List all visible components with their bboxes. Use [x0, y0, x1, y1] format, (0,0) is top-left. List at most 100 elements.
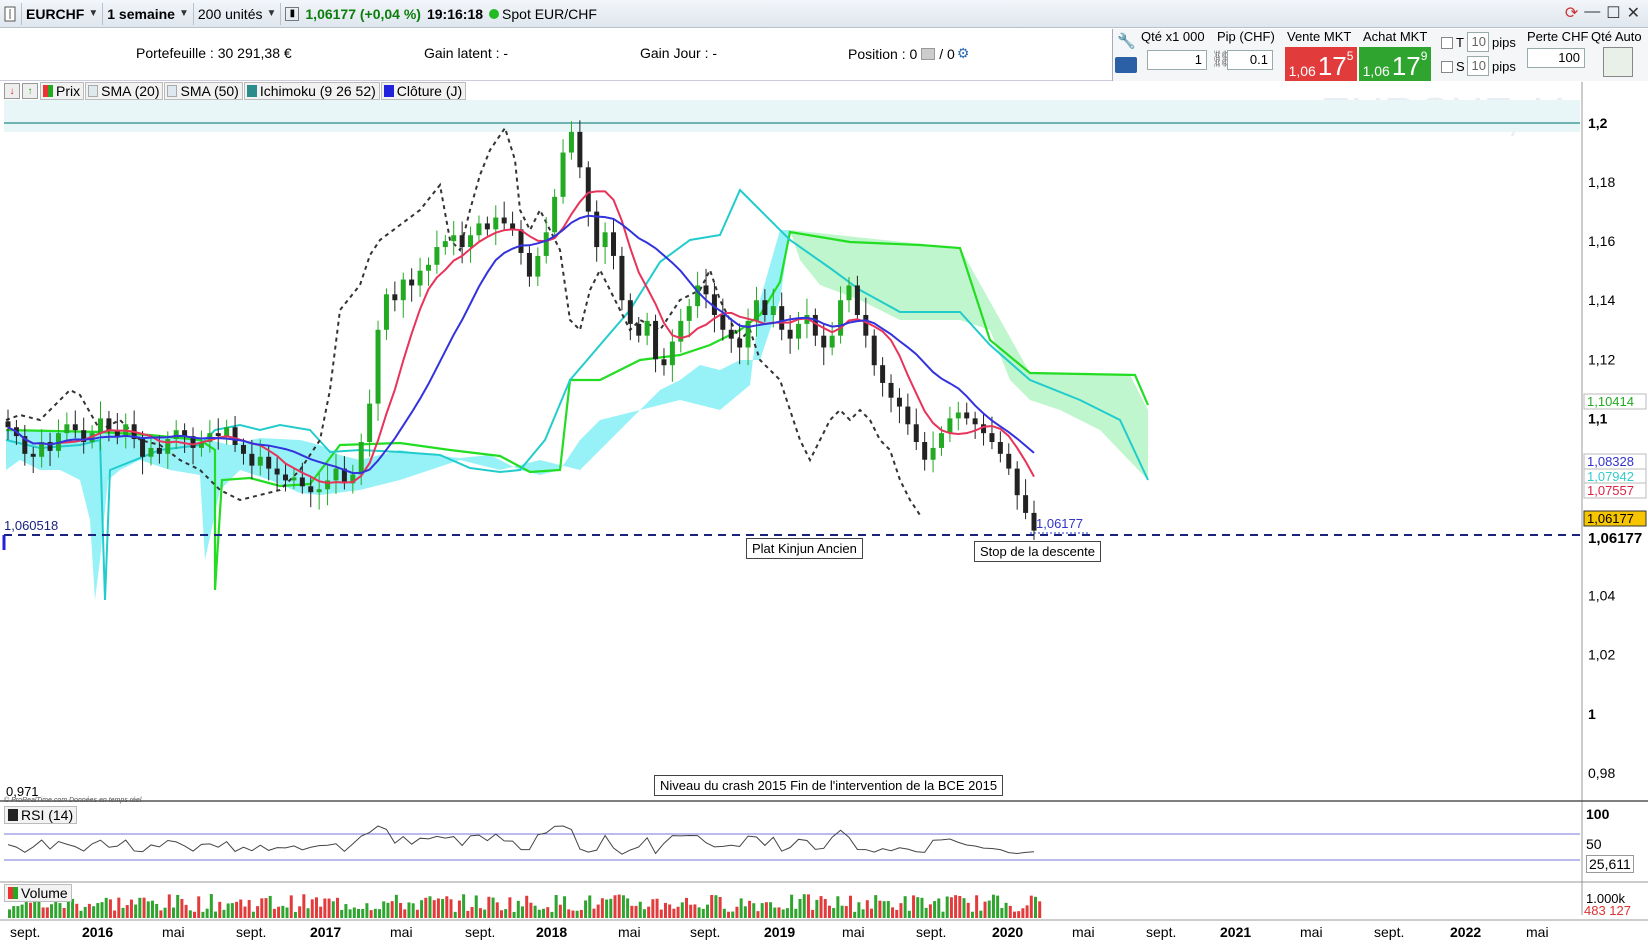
annotation-crash-2015[interactable]: Niveau du crash 2015 Fin de l'interventi… [654, 775, 1004, 796]
volume-bar [811, 909, 815, 918]
volume-bar [289, 895, 293, 918]
x-tick-label: mai [162, 924, 185, 940]
right-badge-bg [1583, 482, 1647, 499]
volume-bar [352, 907, 356, 918]
volume-bar [58, 903, 62, 918]
watermark: EURCHF, H [1320, 88, 1565, 140]
title-bar: EURCHF ▼ 1 semaine ▼ 200 unités ▼ ▮ 1,06177… [0, 0, 1648, 28]
x-axis: sept. 2016 mai sept. 2017 mai sept. 2018 mai sept… [10, 924, 1549, 940]
app-icon[interactable] [0, 2, 22, 25]
candle-body [812, 314, 818, 336]
right-badge-label: 1,07557 [1587, 483, 1634, 498]
s-checkbox[interactable] [1441, 61, 1453, 73]
volume-bar [29, 902, 33, 918]
refresh-icon[interactable]: ⟳ [1565, 3, 1578, 23]
period-selector[interactable]: 1 semaine ▼ [103, 2, 194, 25]
wrench-icon[interactable]: 🔧 [1117, 32, 1136, 50]
symbol-selector[interactable]: EURCHF ▼ [22, 2, 104, 25]
volume-bar [281, 905, 285, 918]
volume-bar [62, 907, 66, 918]
candle-body [173, 430, 179, 440]
volume-bar [340, 909, 344, 918]
volume-bar [588, 895, 592, 918]
arrow-up-icon[interactable]: ↑ [22, 83, 38, 99]
volume-bar [256, 906, 260, 918]
close-position-icon[interactable] [921, 47, 936, 60]
volume-label: Volume [21, 885, 68, 901]
buy-market-button[interactable]: 1,06 17 9 [1359, 47, 1431, 81]
qty-input[interactable]: 1 [1147, 50, 1207, 70]
candle-body [779, 306, 785, 330]
t-pips-input[interactable]: 10 [1467, 32, 1489, 52]
candle-body [821, 335, 827, 348]
volume-bar [617, 894, 621, 918]
volume-bar [348, 909, 352, 918]
volume-bar [373, 908, 377, 918]
candle-body [131, 424, 137, 440]
annotation-stop-descente[interactable]: Stop de la descente [974, 541, 1101, 562]
volume-bar [987, 900, 991, 918]
volume-bar [794, 908, 798, 918]
volume-bar [75, 903, 79, 918]
x-tick-label: 2018 [536, 924, 567, 940]
loss-input[interactable]: 100 [1527, 48, 1585, 68]
keyboard-icon[interactable] [1115, 57, 1137, 73]
volume-bar [365, 903, 369, 918]
gear-icon[interactable]: ⚙ [957, 45, 970, 62]
candle-body [846, 285, 852, 301]
pip-input[interactable]: 0.1 [1227, 50, 1273, 70]
day-gain: Gain Jour : - [640, 45, 718, 61]
auto-qty-button[interactable] [1603, 47, 1633, 77]
volume-bar [378, 909, 382, 918]
candle-body [955, 412, 961, 419]
volume-bar [512, 911, 516, 918]
candle-body [997, 442, 1003, 454]
volume-bar [272, 908, 276, 918]
annotation-plat-kinjun[interactable]: Plat Kinjun Ancien [746, 538, 863, 559]
volume-bar [928, 904, 932, 918]
candle-body [114, 430, 120, 437]
minimize-icon[interactable]: — [1584, 3, 1600, 23]
volume-legend[interactable]: Volume [4, 884, 72, 902]
legend-cloture[interactable]: Clôture (J) [380, 82, 467, 100]
volume-bar [159, 910, 163, 918]
volume-bar [176, 894, 180, 918]
candle-body [585, 167, 591, 212]
sell-market-button[interactable]: 1,06 17 5 [1285, 47, 1357, 81]
volume-bar [79, 910, 83, 918]
rsi-legend[interactable]: RSI (14) [4, 806, 78, 824]
maximize-icon[interactable]: ☐ [1606, 3, 1620, 23]
volume-bar [314, 897, 318, 918]
s-pips-input[interactable]: 10 [1467, 56, 1489, 76]
volume-bar [605, 899, 609, 918]
volume-bar [457, 900, 461, 918]
volume-bar [815, 899, 819, 918]
legend-prix[interactable]: Prix [40, 82, 85, 100]
legend-swatch [167, 85, 178, 97]
volume-bar [714, 895, 718, 918]
info-icon[interactable]: ▮ [285, 6, 300, 21]
volume-bar [840, 905, 844, 918]
volume-bar [117, 897, 121, 918]
candle-body [653, 320, 659, 360]
arrow-down-icon[interactable]: ↓ [4, 83, 20, 99]
price-chart[interactable]: EURCHF, H 1,21,181,161,141,121,11,061771… [0, 0, 1648, 946]
candle-body [854, 285, 860, 315]
candle-body [13, 427, 19, 437]
candle-body [1006, 453, 1012, 469]
volume-bar [966, 902, 970, 918]
candle-body [888, 382, 894, 398]
sell-label: Vente MKT [1287, 29, 1352, 44]
units-selector[interactable]: 200 unités ▼ [194, 2, 282, 25]
candle-body [383, 294, 389, 330]
t-checkbox[interactable] [1441, 37, 1453, 49]
legend-sma20[interactable]: SMA (20) [85, 82, 164, 100]
legend-ichimoku[interactable]: Ichimoku (9 26 52) [243, 82, 380, 100]
top-band [4, 100, 1580, 132]
volume-bar [96, 903, 100, 918]
legend-sma50[interactable]: SMA (50) [164, 82, 243, 100]
volume-bar [87, 903, 91, 918]
instrument-label: Spot EUR/CHF [502, 5, 597, 22]
volume-bar [706, 904, 710, 918]
close-icon[interactable]: ✕ [1627, 3, 1640, 23]
